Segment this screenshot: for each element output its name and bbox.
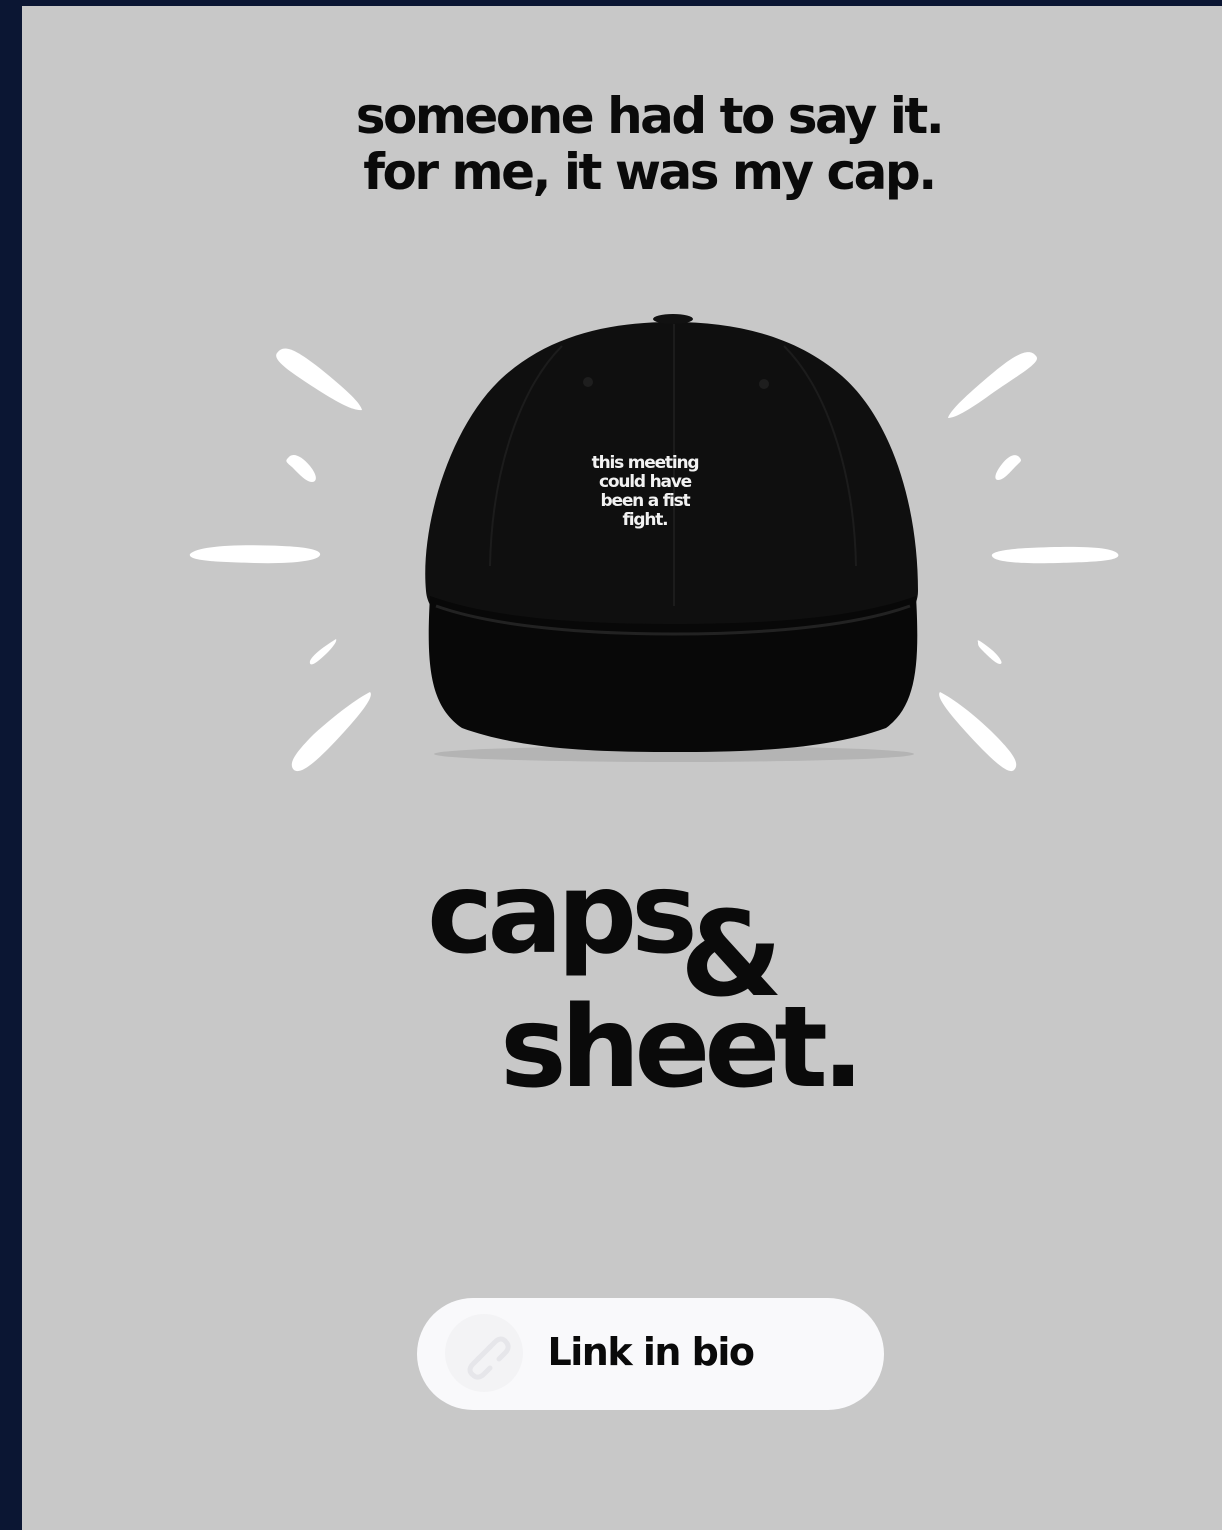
burst-lines-right-icon	[939, 352, 1119, 772]
promo-canvas: someone had to say it. for me, it was my…	[22, 6, 1222, 1530]
cap-embroidery-text: this meeting could have been a fist figh…	[570, 454, 720, 530]
headline-line-2: for me, it was my cap.	[363, 143, 937, 201]
link-in-bio-button[interactable]: Link in bio	[417, 1298, 884, 1410]
headline-line-1: someone had to say it.	[355, 87, 945, 145]
brand-word-sheet: sheet.	[500, 983, 864, 1113]
cap-icon	[425, 314, 918, 762]
brand-word-caps: caps	[427, 849, 698, 979]
cap-text-line: could have	[599, 472, 692, 492]
link-in-bio-label: Link in bio	[547, 1330, 755, 1374]
product-hero: this meeting could have been a fist figh…	[22, 296, 1222, 786]
cap-text-line: this meeting	[591, 453, 700, 473]
cap-text-line: fight.	[622, 510, 669, 530]
cap-text-line: been a fist	[600, 491, 691, 511]
headline: someone had to say it. for me, it was my…	[22, 88, 1222, 200]
window-frame: someone had to say it. for me, it was my…	[0, 0, 1222, 1530]
burst-lines-icon	[189, 348, 371, 772]
hero-graphic	[189, 314, 1119, 772]
